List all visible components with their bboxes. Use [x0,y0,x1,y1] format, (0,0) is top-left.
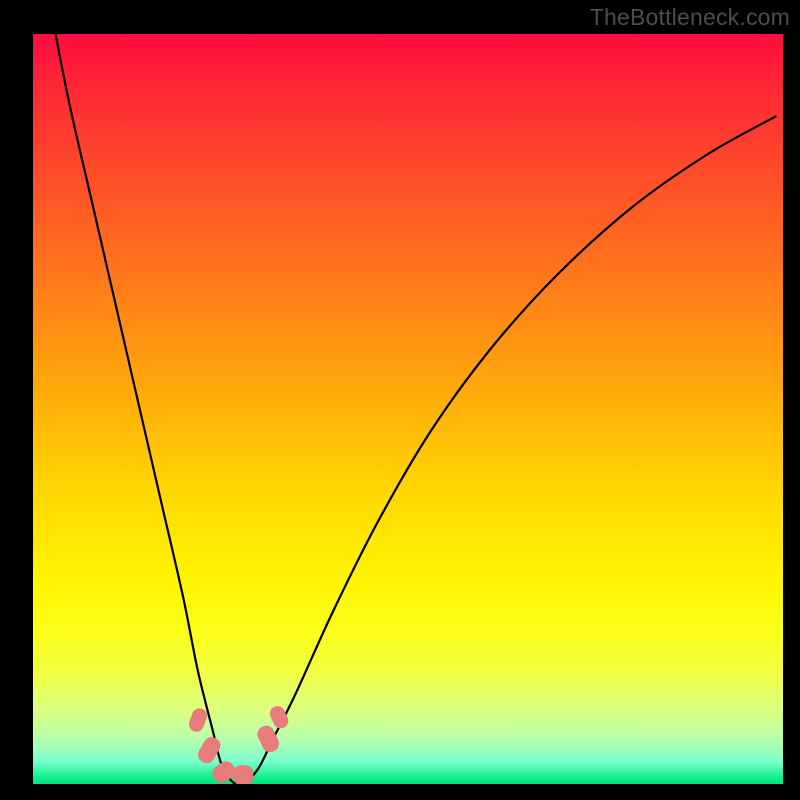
attribution-text: TheBottleneck.com [590,4,790,31]
chart-frame: TheBottleneck.com [0,0,800,800]
bottleneck-curve [33,34,783,784]
data-marker [233,765,253,784]
plot-area [33,34,783,784]
